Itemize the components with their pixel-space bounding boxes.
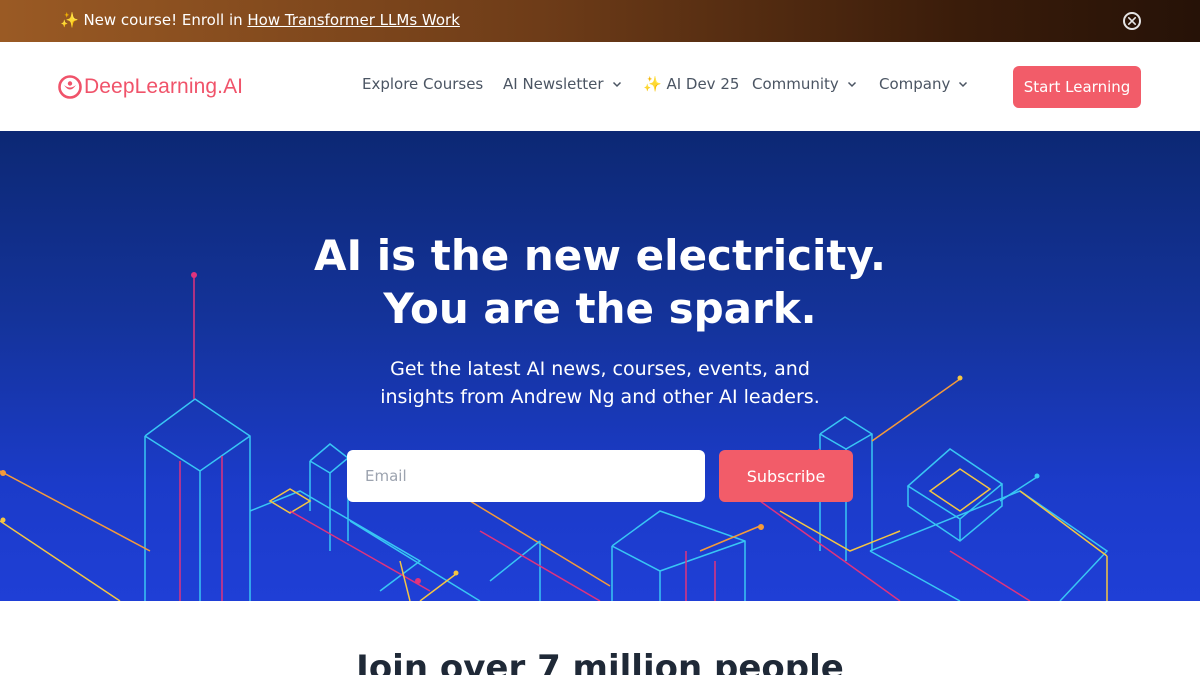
chevron-down-icon bbox=[959, 81, 968, 88]
announcement-text: ✨ New course! Enroll in How Transformer … bbox=[60, 11, 460, 29]
hero-section: AI is the new electricity. You are the s… bbox=[0, 131, 1200, 601]
nav-ai-newsletter[interactable]: AI Newsletter bbox=[503, 75, 622, 93]
start-learning-button[interactable]: Start Learning bbox=[1013, 66, 1141, 108]
nav-label: Community bbox=[752, 75, 839, 93]
announcement-prefix: ✨ New course! Enroll in bbox=[60, 11, 248, 29]
deeplearning-logo-icon bbox=[58, 75, 82, 99]
site-logo[interactable]: DeepLearning.AI bbox=[58, 74, 243, 100]
nav-explore-courses[interactable]: Explore Courses bbox=[362, 75, 483, 93]
section-heading: Join over 7 million people bbox=[356, 648, 844, 675]
logo-text: DeepLearning.AI bbox=[84, 75, 244, 98]
email-input[interactable] bbox=[347, 450, 705, 502]
nav-label: Company bbox=[879, 75, 951, 93]
hero-title: AI is the new electricity. You are the s… bbox=[0, 229, 1200, 335]
hero-title-line-2: You are the spark. bbox=[383, 284, 817, 333]
hero-title-line-1: AI is the new electricity. bbox=[314, 231, 886, 280]
nav-label: Explore Courses bbox=[362, 75, 484, 93]
subscribe-button[interactable]: Subscribe bbox=[719, 450, 853, 502]
nav-company[interactable]: Company bbox=[879, 75, 968, 93]
chevron-down-icon bbox=[612, 81, 621, 88]
announcement-bar: ✨ New course! Enroll in How Transformer … bbox=[0, 0, 1200, 42]
site-header: DeepLearning.AI Explore Courses AI Newsl… bbox=[0, 42, 1200, 131]
hero-subtitle-line-2: insights from Andrew Ng and other AI lea… bbox=[380, 386, 820, 408]
hero-subtitle-line-1: Get the latest AI news, courses, events,… bbox=[390, 358, 810, 380]
nav-label: AI Newsletter bbox=[503, 75, 604, 93]
close-icon bbox=[1128, 17, 1136, 25]
hero-subtitle: Get the latest AI news, courses, events,… bbox=[0, 355, 1200, 411]
nav-ai-dev-25[interactable]: ✨ AI Dev 25 bbox=[643, 75, 739, 93]
nav-label: ✨ AI Dev 25 bbox=[643, 75, 740, 93]
announcement-course-link[interactable]: How Transformer LLMs Work bbox=[247, 11, 460, 29]
close-announcement-button[interactable] bbox=[1123, 12, 1141, 30]
nav-community[interactable]: Community bbox=[752, 75, 857, 93]
chevron-down-icon bbox=[847, 81, 856, 88]
